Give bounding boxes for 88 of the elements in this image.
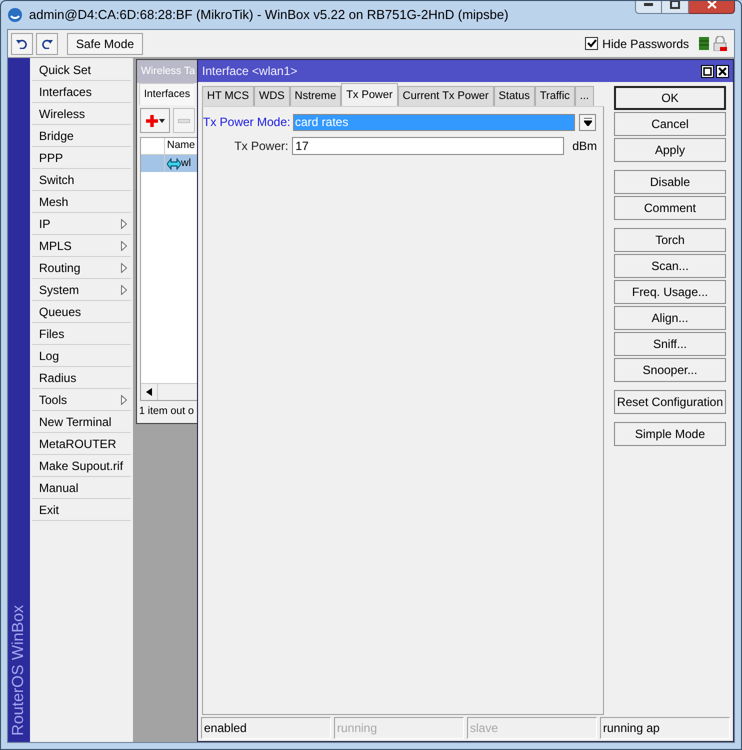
undo-button[interactable] [11,32,33,54]
plus-icon [146,114,158,126]
unit-label: dBm [572,138,597,155]
menu-item[interactable]: Exit [32,499,131,521]
status-field: enabled [201,717,331,739]
tab[interactable]: WDS [254,86,290,106]
submenu-arrow-icon [121,394,127,404]
column-header: Name [166,138,196,153]
close-icon [718,66,727,76]
tab[interactable]: Status [494,86,535,106]
tab[interactable]: Nstreme [290,86,342,106]
tab[interactable]: Tx Power [341,83,398,106]
dialog-button[interactable]: Scan... [614,254,726,278]
field-label: Tx Power Mode: [203,114,289,131]
safe-mode-button[interactable]: Safe Mode [67,32,144,54]
lock-icon [713,36,727,51]
tab[interactable]: Traffic [534,86,575,106]
undo-icon [16,38,28,48]
field-label: Tx Power: [233,138,288,155]
dialog-title: Interface <wlan1> [202,63,298,80]
submenu-arrow-icon [121,284,127,294]
menu-item[interactable]: New Terminal [32,411,131,433]
menu-item[interactable]: Quick Set [32,59,131,81]
wireless-interface-icon [167,158,181,170]
tab[interactable]: Current Tx Power [398,86,494,106]
menu-item[interactable]: System [32,279,131,301]
menu-item[interactable]: Radius [32,367,131,389]
dialog-button[interactable]: Comment [614,196,726,220]
status-indicator-icon [699,37,709,50]
tab[interactable]: Interfaces [139,83,194,105]
status-field: slave [467,717,597,739]
tab[interactable]: HT MCS [202,86,254,106]
menu-item[interactable]: Switch [32,169,131,191]
menu-item[interactable]: Bridge [32,125,131,147]
menu-item[interactable]: Log [32,345,131,367]
window-title: Wireless Ta [141,64,196,79]
dialog-button[interactable]: Sniff... [614,332,726,356]
dialog-button[interactable]: Simple Mode [614,422,726,446]
menu-item[interactable]: Interfaces [32,81,131,103]
menu-item[interactable]: IP [32,213,131,235]
submenu-arrow-icon [121,240,127,250]
dialog-button[interactable]: Cancel [614,112,726,136]
status-field: running [334,717,464,739]
menu-item[interactable]: MPLS [32,235,131,257]
status-text: 1 item out o [139,404,194,420]
menu-item[interactable]: Routing [32,257,131,279]
minimize-icon [644,3,653,6]
close-button[interactable] [716,64,729,78]
checkbox[interactable] [585,37,598,50]
dialog-button[interactable]: Disable [614,170,726,194]
left-arrow-icon [146,388,152,396]
dialog-button[interactable]: Align... [614,306,726,330]
redo-icon [41,38,53,48]
dropdown-button[interactable] [579,114,596,130]
window-title: admin@D4:CA:6D:68:28:BF (MikroTik) - WinBox v5.22 on RB751G-2HnD (mipsbe) [29,6,508,24]
menu-item[interactable]: Mesh [32,191,131,213]
dialog-button[interactable]: Snooper... [614,358,726,382]
table-cell-text: wl [181,156,191,171]
add-button[interactable] [140,108,170,133]
menu-item[interactable]: Wireless [32,103,131,125]
menu-item[interactable]: Files [32,323,131,345]
dialog-button[interactable]: OK [614,86,726,110]
dialog-button[interactable]: Reset Configuration [614,390,726,414]
maximize-icon [703,66,712,76]
caret-icon [158,118,164,122]
menu-item[interactable]: MetaROUTER [32,433,131,455]
menu-item[interactable]: Make Supout.rif [32,455,131,477]
submenu-arrow-icon [121,218,127,228]
tab[interactable]: ... [574,86,594,106]
brand-label: RouterOS WinBox [9,605,28,736]
maximize-icon [670,1,680,9]
close-icon [706,1,716,9]
menu-item[interactable]: PPP [32,147,131,169]
maximize-button[interactable] [701,64,714,78]
status-field: running ap [600,717,730,739]
dialog-button[interactable]: Torch [614,228,726,252]
app-icon [7,7,23,23]
dialog-button[interactable]: Freq. Usage... [614,280,726,304]
minus-icon [178,118,190,122]
hide-passwords-label: Hide Passwords [602,36,689,52]
dropdown-arrow-icon [584,118,592,126]
redo-button[interactable] [36,32,58,54]
dialog-button[interactable]: Apply [614,138,726,162]
menu-item[interactable]: Tools [32,389,131,411]
input-field[interactable]: 17 [292,137,564,155]
submenu-arrow-icon [121,262,127,272]
menu-item[interactable]: Manual [32,477,131,499]
menu-item[interactable]: Queues [32,301,131,323]
